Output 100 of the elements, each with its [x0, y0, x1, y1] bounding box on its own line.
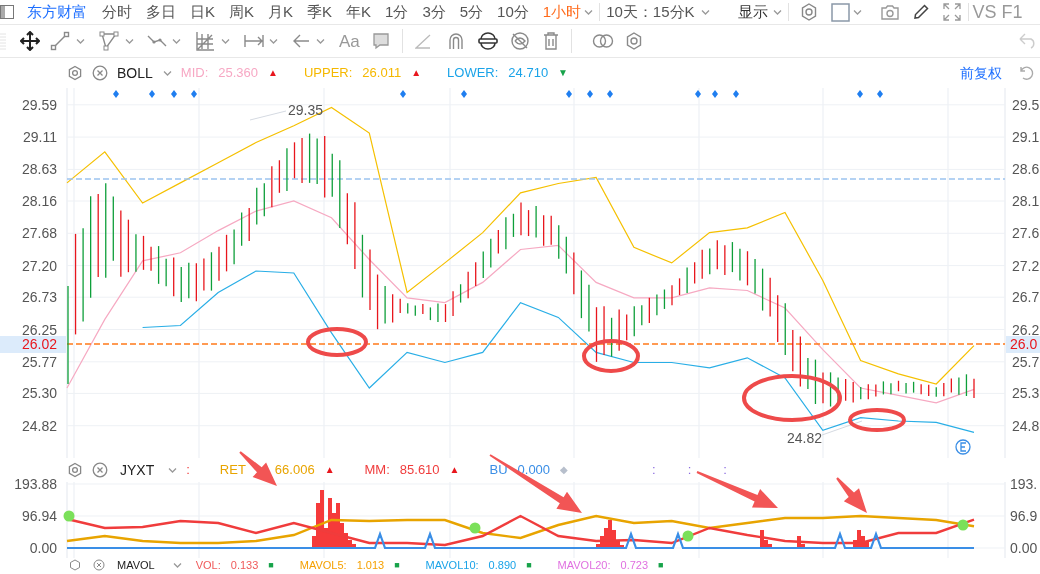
- indicator-value: 0.133: [230, 558, 259, 572]
- axis-label: 25.77: [21, 353, 57, 370]
- axis-label: 27.2: [1012, 257, 1040, 274]
- link-lock-icon[interactable]: [476, 32, 499, 50]
- axis-label: 96.94: [21, 508, 57, 524]
- caret-icon[interactable]: [168, 466, 178, 474]
- diamond-marker: [607, 90, 613, 98]
- axis-label: 28.6: [1012, 161, 1040, 178]
- arrow-annotation: [836, 477, 867, 513]
- display-dropdown[interactable]: 显示: [737, 0, 768, 24]
- close-icon[interactable]: [92, 462, 108, 478]
- comment-icon[interactable]: [371, 32, 390, 50]
- settings-icon[interactable]: [67, 65, 83, 81]
- period-tab[interactable]: 10分: [497, 0, 529, 24]
- period-tab[interactable]: 多日: [146, 0, 176, 24]
- period-tab[interactable]: 5分: [459, 0, 484, 24]
- signal-dot-icon: [682, 530, 694, 542]
- caret-icon[interactable]: [172, 37, 181, 45]
- empty-value-label: :: [687, 461, 692, 480]
- move-icon[interactable]: [20, 31, 40, 51]
- settings-icon[interactable]: [67, 462, 83, 478]
- indicator-value: 66.006: [274, 461, 315, 480]
- indicator-label: MAVOL10:: [425, 558, 479, 572]
- caret-icon[interactable]: [584, 8, 594, 16]
- indicator-name[interactable]: MAVOL: [117, 558, 155, 572]
- diamond-marker: [461, 90, 467, 98]
- period-tab[interactable]: 1分: [385, 0, 409, 24]
- fullscreen-icon[interactable]: [942, 3, 961, 21]
- event-icon[interactable]: [955, 439, 971, 455]
- indicator-name[interactable]: JYXT: [120, 459, 155, 481]
- ellipse-annotation: [582, 339, 640, 373]
- reset-icon[interactable]: [1018, 65, 1036, 81]
- caret-icon[interactable]: [269, 37, 278, 45]
- period-tab[interactable]: 周K: [229, 0, 255, 24]
- angle-icon[interactable]: [414, 33, 431, 49]
- caret-icon[interactable]: [76, 37, 85, 45]
- axis-label: 27.20: [21, 257, 57, 274]
- price-label: 29.35: [288, 102, 324, 118]
- indicator-name[interactable]: BOLL: [117, 62, 153, 84]
- indicator-label: UPPER:: [303, 64, 353, 83]
- caret-icon[interactable]: [852, 8, 862, 16]
- axis-label: 29.1: [1012, 129, 1040, 146]
- caret-icon[interactable]: [125, 37, 134, 45]
- diamond-marker: [113, 90, 119, 98]
- period-tab[interactable]: 月K: [268, 0, 294, 24]
- axis-label: 193.: [1010, 476, 1038, 492]
- indicator-label: MAVOL20:: [557, 558, 611, 572]
- measure-icon[interactable]: [244, 33, 264, 49]
- line-segment-icon[interactable]: [50, 31, 70, 51]
- period-tab[interactable]: 年K: [346, 0, 372, 24]
- sidebar-toggle-icon[interactable]: [0, 4, 14, 20]
- close-icon[interactable]: [92, 65, 108, 81]
- trend-marker: ▲: [411, 68, 422, 78]
- indicator-value: 0.890: [488, 558, 517, 572]
- caret-icon[interactable]: [172, 561, 182, 569]
- indicator-value: 25.360: [218, 64, 259, 83]
- indicator-label: MID:: [180, 64, 209, 83]
- period-tab[interactable]: 日K: [190, 0, 215, 24]
- pencil-icon[interactable]: [911, 3, 930, 21]
- axis-label: 28.63: [21, 161, 57, 178]
- close-icon[interactable]: [93, 559, 105, 571]
- square-icon[interactable]: [830, 2, 850, 22]
- trend-marker: ■: [394, 560, 400, 570]
- arrow-left-icon[interactable]: [292, 33, 310, 49]
- trend-marker: ▲: [449, 465, 460, 475]
- brand-name[interactable]: 东方财富: [27, 0, 87, 24]
- diamond-marker: [400, 90, 406, 98]
- settings-icon[interactable]: [69, 559, 81, 571]
- caret-icon[interactable]: [162, 69, 172, 77]
- caret-icon[interactable]: [700, 8, 710, 16]
- period-tab[interactable]: 3分: [422, 0, 446, 24]
- period-tab[interactable]: 分时: [102, 0, 132, 24]
- two-circles-icon[interactable]: [591, 33, 614, 49]
- trend-marker: ▼: [558, 68, 568, 78]
- period-tab[interactable]: 季K: [307, 0, 333, 24]
- axis-label: 29.5: [1012, 96, 1040, 113]
- price-adjust-link[interactable]: 前复权: [960, 62, 1002, 84]
- signal-dot-icon: [469, 522, 481, 534]
- diamond-marker: [149, 90, 155, 98]
- axis-label: 29.11: [23, 129, 57, 146]
- caret-icon[interactable]: [772, 8, 782, 16]
- indicator-label: VOL:: [195, 558, 221, 572]
- diamond-marker: [171, 90, 177, 98]
- empty-value-label: :: [723, 461, 727, 480]
- range-dropdown[interactable]: 10天：15分K: [606, 0, 695, 24]
- camera-icon[interactable]: [879, 3, 900, 21]
- eye-off-icon[interactable]: [509, 31, 530, 51]
- magnet-icon[interactable]: [446, 32, 465, 50]
- caret-icon[interactable]: [316, 37, 325, 45]
- indicator-value: 0.723: [620, 558, 649, 572]
- trash-icon[interactable]: [542, 32, 559, 50]
- indicator-label: MM:: [364, 461, 390, 480]
- diamond-marker: [733, 90, 739, 98]
- chart-grid-icon[interactable]: [195, 31, 215, 51]
- caret-icon[interactable]: [221, 37, 230, 45]
- axis-label: 24.82: [21, 417, 57, 434]
- indicator-value: 24.710: [508, 64, 549, 83]
- axis-label: 26.7: [1012, 289, 1040, 306]
- polygon-icon[interactable]: [99, 31, 119, 51]
- axis-label: 27.68: [21, 225, 57, 242]
